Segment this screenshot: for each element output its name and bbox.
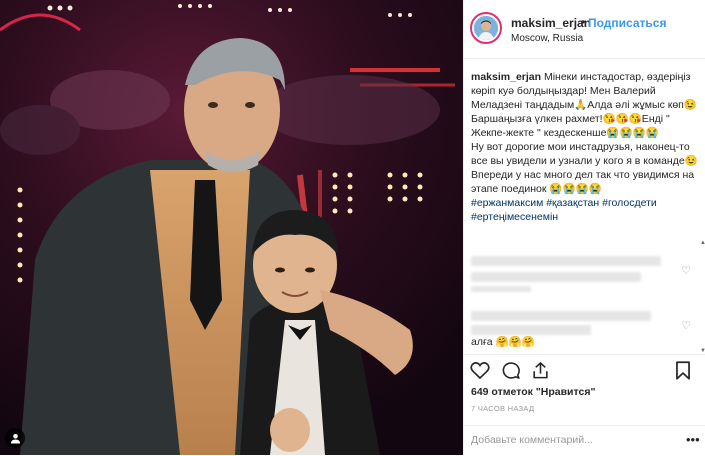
post-header: maksim_erjan • Подписаться Moscow, Russi…	[464, 0, 705, 59]
add-comment-bar: Добавьте комментарий... •••	[464, 425, 705, 456]
action-bar	[464, 354, 705, 385]
post-location[interactable]: Moscow, Russia	[511, 33, 583, 44]
comment-item: ♡	[471, 252, 699, 292]
post-timestamp[interactable]: 7 ЧАСОВ НАЗАД	[471, 404, 534, 413]
user-icon	[10, 433, 20, 443]
avatar-image	[474, 16, 498, 40]
comment-text: алға 🤗🤗🤗	[471, 336, 535, 348]
comment-like-icon[interactable]: ♡	[681, 319, 691, 332]
comments-scrollbar[interactable]: ▲ ▼	[700, 240, 705, 358]
follow-button[interactable]: Подписаться	[588, 16, 666, 30]
comment-like-icon[interactable]: ♡	[681, 264, 691, 277]
caption: maksim_erjan Мінеки инстадостар, өздерің…	[471, 70, 699, 224]
share-icon[interactable]	[531, 361, 550, 385]
caption-hashtags[interactable]: #ержанмаксим #қазақстан #голосдети #ерте…	[471, 197, 657, 223]
separator-dot: •	[581, 15, 586, 29]
tagged-users-button[interactable]	[5, 428, 25, 448]
comment-icon[interactable]	[501, 361, 521, 385]
heart-icon[interactable]	[470, 361, 490, 385]
caption-text-ru: Ну вот дорогие мои инстадрузья, наконец-…	[471, 141, 698, 195]
ellipsis-icon[interactable]: •••	[686, 432, 700, 447]
post-photo[interactable]	[0, 0, 463, 455]
post-photo-image	[0, 0, 463, 455]
like-count[interactable]: 649 отметок "Нравится"	[471, 386, 595, 398]
post-username[interactable]: maksim_erjan	[511, 16, 591, 30]
avatar[interactable]	[470, 12, 502, 44]
post-sidebar: maksim_erjan • Подписаться Moscow, Russi…	[463, 0, 705, 455]
scroll-up-arrow[interactable]: ▲	[700, 240, 705, 246]
bookmark-icon[interactable]	[675, 361, 691, 385]
caption-username[interactable]: maksim_erjan	[471, 71, 541, 83]
add-comment-input[interactable]: Добавьте комментарий...	[471, 434, 593, 446]
comments-section: maksim_erjan Мінеки инстадостар, өздерің…	[471, 70, 699, 348]
comment-item: алға 🤗🤗🤗	[471, 335, 535, 348]
